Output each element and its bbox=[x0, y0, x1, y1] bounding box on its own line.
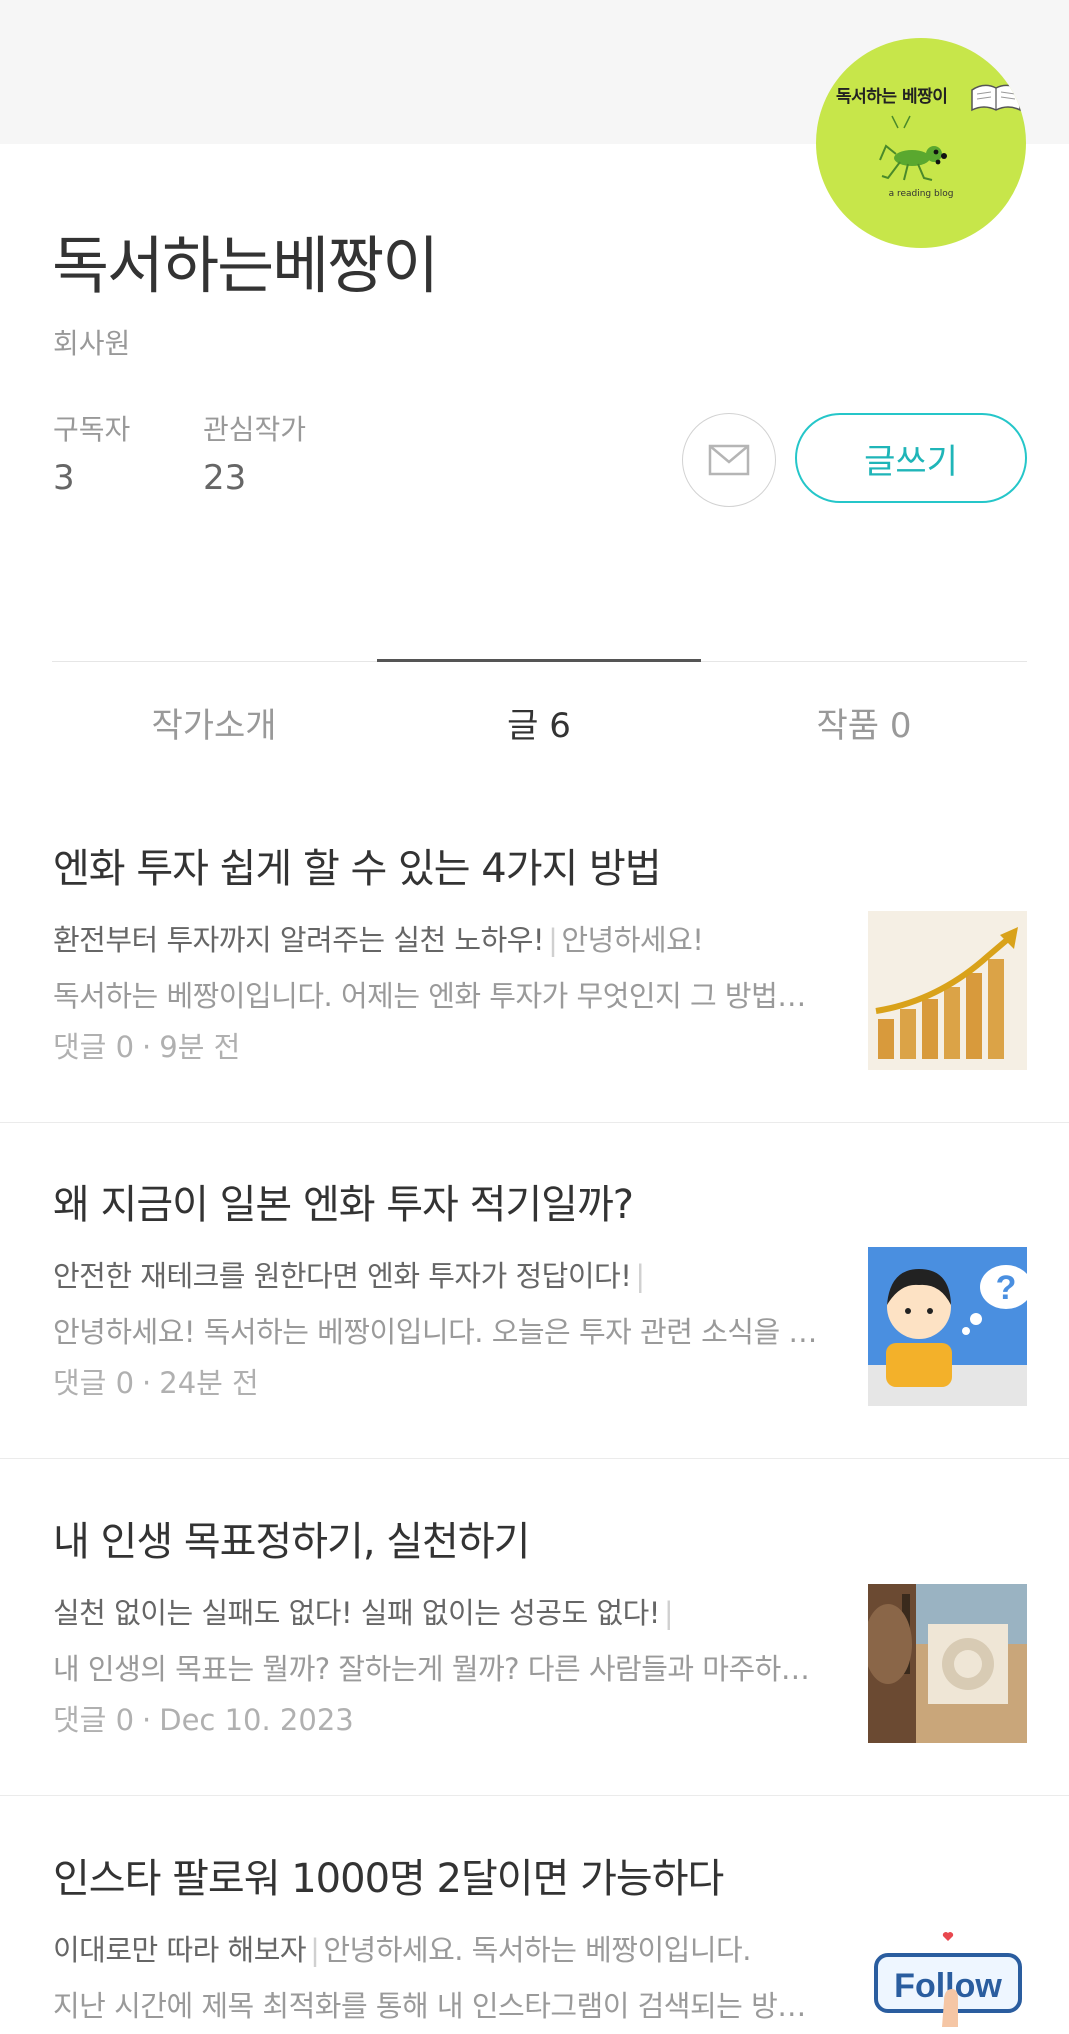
post-time: Dec 10. 2023 bbox=[159, 1703, 354, 1737]
mail-icon bbox=[708, 444, 750, 476]
post-divider bbox=[0, 1795, 1069, 1796]
post-snippet-text: 안녕하세요. 독서하는 베짱이입니다. bbox=[323, 1933, 751, 1967]
post-snippet: 환전부터 투자까지 알려주는 실천 노하우! | 안녕하세요! 독서하는 베짱이입니… bbox=[53, 912, 828, 1024]
post-snippet: 이대로만 따라 해보자 | 안녕하세요. 독서하는 베짱이입니다. 지난 시간에 제… bbox=[53, 1922, 828, 2034]
tab-works[interactable]: 작품 0 bbox=[702, 698, 1026, 747]
stat-value: 23 bbox=[203, 458, 247, 498]
profile-avatar[interactable]: 독서하는 베짱이 a reading blog bbox=[816, 38, 1026, 248]
post-title[interactable]: 인스타 팔로워 1000명 2달이면 가능하다 bbox=[53, 1846, 724, 1904]
tab-author-intro[interactable]: 작가소개 bbox=[52, 698, 376, 747]
post-meta: 댓글 0 · 24분 전 bbox=[53, 1366, 259, 1400]
post-meta: 댓글 0 · 9분 전 bbox=[53, 1030, 241, 1064]
comment-count: 댓글 0 bbox=[53, 1030, 135, 1064]
post-snippet-text: 안녕하세요! 독서하는 베짱이입니다. 오늘은 투자 관련 소식을 전해드리려고… bbox=[53, 1315, 828, 1349]
post-divider bbox=[0, 1458, 1069, 1459]
thinking-person-icon: ? bbox=[868, 1247, 1027, 1406]
post-snippet-text: 독서하는 베짱이입니다. 어제는 엔화 투자가 무엇인지 그 방법에 대해 알아… bbox=[53, 979, 828, 1013]
post-thumbnail[interactable] bbox=[868, 1584, 1027, 1743]
post-snippet: 안전한 재테크를 원한다면 엔화 투자가 정답이다! | 안녕하세요! 독서하는 … bbox=[53, 1248, 828, 1360]
tab-active-indicator bbox=[377, 659, 701, 662]
post-title[interactable]: 왜 지금이 일본 엔화 투자 적기일까? bbox=[53, 1172, 634, 1230]
post-title[interactable]: 내 인생 목표정하기, 실천하기 bbox=[53, 1509, 530, 1567]
post-subtitle: 환전부터 투자까지 알려주는 실천 노하우! bbox=[53, 923, 545, 957]
post-time: 24분 전 bbox=[159, 1366, 259, 1400]
svg-text:?: ? bbox=[996, 1269, 1017, 1307]
post-thumbnail[interactable]: Follow bbox=[868, 1921, 1027, 2027]
message-button[interactable] bbox=[682, 413, 776, 507]
post-snippet: 실천 없이는 실패도 없다! 실패 없이는 성공도 없다! | 내 인생의 목표는… bbox=[53, 1585, 828, 1697]
avatar-title: 독서하는 베짱이 bbox=[836, 87, 948, 107]
stat-label: 구독자 bbox=[53, 413, 131, 446]
post-thumbnail[interactable] bbox=[868, 911, 1027, 1070]
post-snippet-text: 안녕하세요! bbox=[561, 923, 704, 957]
post-subtitle: 실천 없이는 실패도 없다! 실패 없이는 성공도 없다! bbox=[53, 1596, 660, 1630]
post-time: 9분 전 bbox=[159, 1030, 241, 1064]
following-stat[interactable]: 관심작가 23 bbox=[203, 408, 306, 498]
archery-target-icon bbox=[868, 1584, 1027, 1743]
tab-posts[interactable]: 글 6 bbox=[377, 698, 701, 747]
comment-count: 댓글 0 bbox=[53, 1703, 135, 1737]
post-subtitle: 이대로만 따라 해보자 bbox=[53, 1933, 307, 1967]
post-thumbnail[interactable]: ? bbox=[868, 1247, 1027, 1406]
avatar-subtitle: a reading blog bbox=[888, 189, 954, 199]
bar-chart-growth-icon bbox=[868, 911, 1027, 1070]
post-title[interactable]: 엔화 투자 쉽게 할 수 있는 4가지 방법 bbox=[53, 836, 662, 894]
comment-count: 댓글 0 bbox=[53, 1366, 135, 1400]
post-divider bbox=[0, 1122, 1069, 1123]
post-subtitle: 안전한 재테크를 원한다면 엔화 투자가 정답이다! bbox=[53, 1259, 632, 1293]
author-name: 독서하는베짱이 bbox=[52, 229, 439, 302]
stat-label: 관심작가 bbox=[203, 413, 307, 446]
author-job: 회사원 bbox=[53, 327, 131, 360]
grasshopper-icon bbox=[879, 84, 1021, 181]
post-meta: 댓글 0 · Dec 10. 2023 bbox=[53, 1703, 354, 1737]
follow-button-icon: Follow bbox=[868, 1921, 1027, 2027]
post-snippet-text: 지난 시간에 제목 최적화를 통해 내 인스타그램이 검색되는 방법을 알아보았… bbox=[53, 1989, 828, 2023]
stat-value: 3 bbox=[53, 458, 75, 498]
write-button[interactable]: 글쓰기 bbox=[795, 413, 1027, 503]
subscriber-stat[interactable]: 구독자 3 bbox=[53, 408, 130, 498]
post-snippet-text: 내 인생의 목표는 뭘까? 잘하는게 뭘까? 다른 사람들과 마주하며 생각해 … bbox=[53, 1652, 828, 1686]
